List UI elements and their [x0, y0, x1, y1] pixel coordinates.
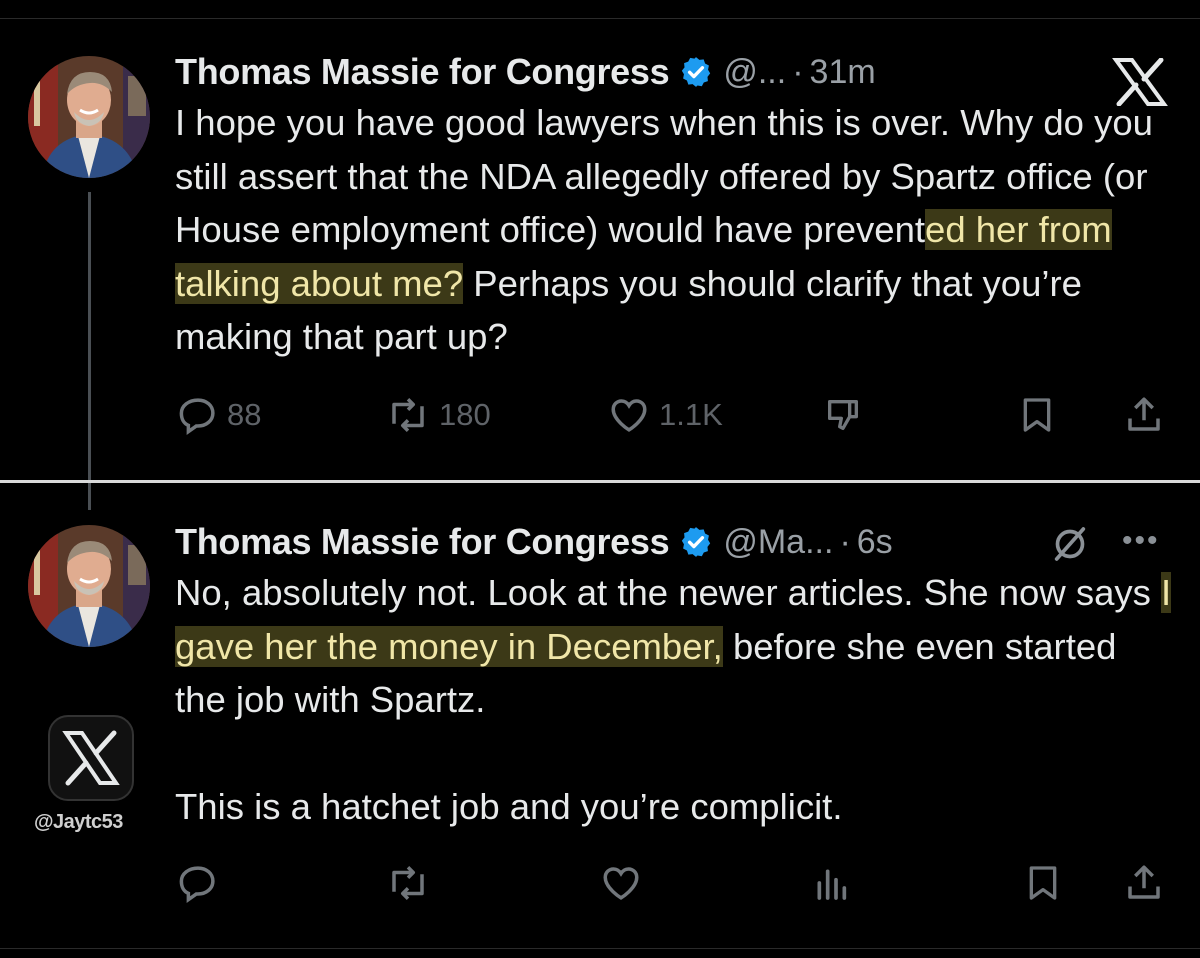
dislike-button[interactable] [823, 394, 863, 436]
verified-badge-icon [682, 57, 711, 87]
like-button[interactable]: 1.1K [607, 394, 723, 436]
tweet-2[interactable]: Thomas Massie for Congress @Ma... · 6s N… [175, 518, 1175, 833]
bookmark-button[interactable] [1023, 862, 1063, 904]
tweet-text-paragraph: This is a hatchet job and you’re complic… [175, 785, 843, 827]
mute-icon[interactable] [1050, 524, 1090, 564]
reply-icon [179, 866, 215, 904]
avatar[interactable] [28, 525, 150, 647]
share-button[interactable] [1123, 862, 1165, 904]
tweet-divider [0, 480, 1200, 483]
reply-count: 88 [227, 397, 262, 432]
repost-button[interactable] [385, 862, 431, 904]
tweet-actions [175, 858, 1170, 908]
share-button[interactable] [1123, 394, 1165, 436]
bookmark-icon [1029, 866, 1057, 900]
tweet-text: No, absolutely not. Look at the newer ar… [175, 566, 1175, 727]
timestamp[interactable]: 6s [857, 523, 893, 562]
handle[interactable]: @... [723, 53, 786, 92]
watermark: @Jaytc53 [34, 811, 123, 833]
thread-connector-line [88, 192, 91, 510]
repost-icon [392, 866, 424, 900]
avatar[interactable] [28, 56, 150, 178]
tweet-text: I hope you have good lawyers when this i… [175, 96, 1175, 364]
like-count: 1.1K [659, 397, 723, 432]
avatar-image [28, 56, 150, 178]
top-border [0, 18, 1200, 19]
more-icon[interactable]: ••• [1122, 524, 1160, 558]
reply-button[interactable]: 88 [177, 394, 261, 436]
repost-count: 180 [439, 397, 491, 432]
views-button[interactable] [811, 862, 851, 904]
separator-dot: · [839, 522, 851, 561]
tweet-header: Thomas Massie for Congress @Ma... · 6s [175, 518, 1175, 566]
like-button[interactable] [599, 862, 643, 904]
tweet-actions: 88 180 1.1K [175, 390, 1170, 440]
display-name[interactable]: Thomas Massie for Congress [175, 521, 670, 563]
verified-badge-icon [682, 527, 711, 557]
like-icon [603, 867, 639, 900]
display-name[interactable]: Thomas Massie for Congress [175, 51, 670, 93]
views-icon [817, 869, 847, 900]
share-icon [1128, 397, 1160, 431]
avatar-image [28, 525, 150, 647]
repost-button[interactable]: 180 [385, 394, 491, 436]
tweet-1[interactable]: Thomas Massie for Congress @... · 31m I … [175, 48, 1175, 364]
bottom-border [0, 948, 1200, 949]
x-app-badge [48, 715, 134, 801]
tweet-text-part: No, absolutely not. Look at the newer ar… [175, 572, 1162, 613]
repost-icon [392, 398, 424, 432]
x-logo-icon [1112, 58, 1168, 106]
x-logo-icon [62, 730, 120, 786]
separator-dot: · [792, 52, 804, 91]
handle[interactable]: @Ma... [723, 523, 833, 562]
reply-icon [179, 398, 215, 436]
tweet-header: Thomas Massie for Congress @... · 31m [175, 48, 1175, 96]
share-icon [1128, 865, 1160, 899]
reply-button[interactable] [177, 862, 219, 904]
dislike-icon [828, 400, 858, 430]
bookmark-icon [1023, 398, 1051, 432]
timestamp[interactable]: 31m [810, 53, 876, 92]
like-icon [611, 399, 647, 432]
bookmark-button[interactable] [1017, 394, 1057, 436]
